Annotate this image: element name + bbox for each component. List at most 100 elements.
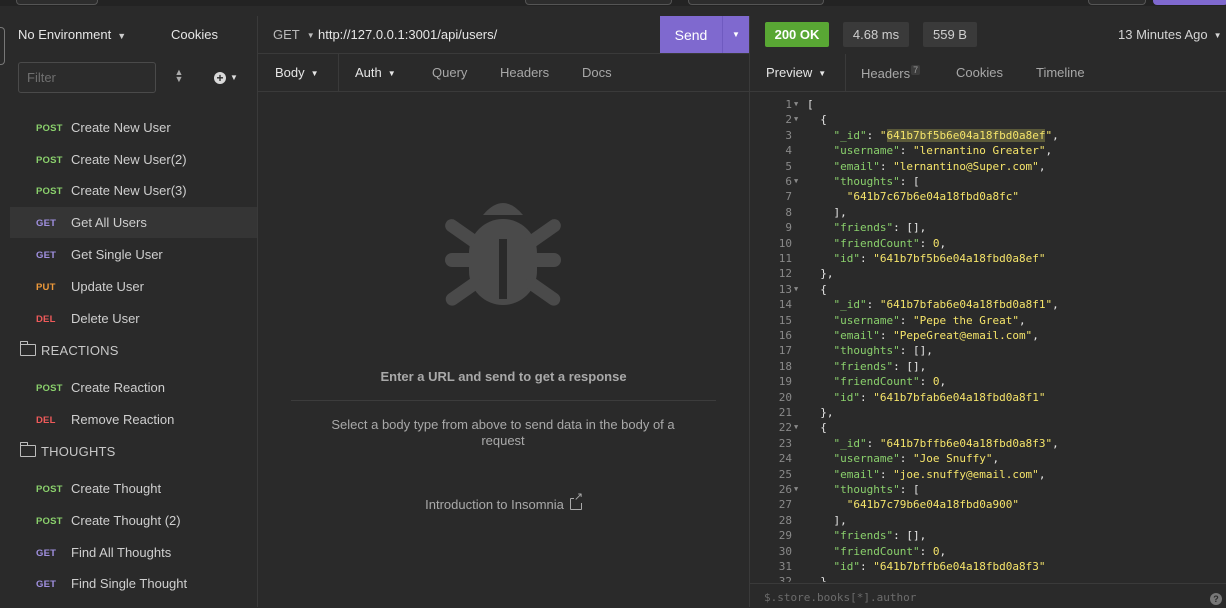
request-name: Find All Thoughts — [71, 545, 172, 560]
intro-link[interactable]: Introduction to Insomnia — [258, 492, 749, 512]
fold-toggle-icon[interactable]: ▼ — [794, 112, 798, 127]
environment-selector[interactable]: No Environment ▼ — [18, 27, 126, 42]
url-input[interactable] — [312, 23, 654, 45]
empty-state-subtitle: Select a body type from above to send da… — [331, 417, 675, 448]
request-name: Find Single Thought — [71, 576, 188, 591]
request-method-badge: POST — [36, 123, 63, 134]
sidebar-request-item[interactable]: PUT Update User — [10, 271, 257, 302]
line-number: 16 — [778, 329, 792, 342]
fold-toggle-icon[interactable]: ▼ — [794, 482, 798, 497]
code-text: ], — [807, 205, 847, 219]
line-number: 22 — [778, 421, 792, 435]
line-number: 21 — [778, 406, 792, 419]
sidebar-request-item[interactable]: DEL Delete User — [10, 303, 257, 334]
line-number: 19 — [778, 375, 792, 389]
line-number: 32 — [778, 575, 792, 582]
sidebar-request-item[interactable]: POST Create New User — [10, 112, 257, 143]
tab-divider — [845, 54, 846, 91]
response-history-selector[interactable]: 13 Minutes Ago ▼ — [1118, 27, 1222, 42]
sidebar-request-item[interactable]: GET Get Single User — [10, 239, 257, 270]
send-button[interactable]: Send — [660, 16, 722, 53]
line-number: 26 — [778, 483, 792, 496]
chevron-down-icon: ▼ — [310, 69, 319, 78]
tab-query[interactable]: Query — [432, 65, 467, 80]
response-size-badge: 559 B — [923, 22, 977, 47]
tab-timeline[interactable]: Timeline — [1036, 65, 1085, 80]
code-text: "email": "PepeGreat@email.com", — [833, 329, 1039, 342]
sidebar-request-item[interactable]: GET Find All Thoughts — [10, 537, 257, 568]
tab-divider — [338, 54, 339, 91]
line-number: 6 — [785, 175, 792, 188]
tab-auth[interactable]: Auth ▼ — [355, 65, 396, 80]
code-text: "friends": [], — [833, 359, 927, 373]
sidebar-request-item[interactable]: DEL Remove Reaction — [10, 404, 257, 435]
code-text: "friendCount": 0, — [833, 236, 947, 250]
top-tab-stub[interactable] — [525, 0, 672, 5]
sidebar-request-item[interactable]: POST Create Thought (2) — [10, 505, 257, 536]
code-text: "thoughts": [], — [833, 344, 933, 358]
help-icon[interactable]: ? — [1210, 593, 1222, 605]
sidebar-request-item[interactable]: POST Create New User(2) — [10, 144, 257, 175]
response-body-viewer[interactable]: 1 ▼[2 ▼ {3 "_id": "641b7bf5b6e04a18fbd0a8e… — [750, 94, 1226, 582]
top-tab-stub[interactable] — [1088, 0, 1146, 5]
folder-open-icon — [19, 442, 36, 457]
sidebar-folder[interactable]: THOUGHTS — [19, 442, 116, 464]
code-text: "friendCount": 0, — [833, 375, 947, 389]
fold-toggle-icon[interactable]: ▼ — [794, 174, 798, 189]
chevron-down-icon: ▼ — [1213, 31, 1222, 40]
sidebar-folder[interactable]: REACTIONS — [19, 341, 119, 363]
line-number: 30 — [778, 544, 792, 558]
request-name: Create New User(3) — [71, 183, 187, 198]
tab-body[interactable]: Body ▼ — [275, 65, 319, 80]
top-tab-stub[interactable] — [16, 0, 98, 5]
sidebar-collapse-handle[interactable] — [0, 27, 5, 65]
send-options-button[interactable]: ▼ — [722, 16, 749, 53]
tab-preview[interactable]: Preview ▼ — [766, 65, 826, 80]
status-badge: 200 OK — [765, 22, 829, 47]
line-number: 3 — [785, 128, 792, 142]
sidebar-request-item[interactable]: GET Find Single Thought — [10, 568, 257, 599]
code-text: "641b7c67b6e04a18fbd0a8fc" — [846, 190, 1019, 204]
fold-toggle-icon[interactable]: ▼ — [794, 97, 798, 112]
request-name: Update User — [71, 279, 144, 294]
add-request-menu[interactable]: + ▼ — [214, 70, 238, 85]
line-number: 31 — [778, 560, 792, 573]
intro-link-label: Introduction to Insomnia — [425, 497, 564, 512]
tab-docs[interactable]: Docs — [582, 65, 612, 80]
method-label: GET — [273, 27, 300, 42]
line-number: 17 — [778, 344, 792, 358]
sidebar-request-item[interactable]: POST Create New User(3) — [10, 175, 257, 206]
sidebar-request-item[interactable]: POST Create Reaction — [10, 372, 257, 403]
tab-headers[interactable]: Headers — [500, 65, 549, 80]
environment-label: No Environment — [18, 27, 112, 42]
sidebar-request-item[interactable]: GET Get All Users — [10, 207, 257, 238]
code-text: { — [807, 421, 827, 435]
method-selector[interactable]: GET ▼ — [273, 27, 315, 42]
tab-response-cookies[interactable]: Cookies — [956, 65, 1003, 80]
line-number: 20 — [778, 390, 792, 404]
request-method-badge: DEL — [36, 415, 56, 426]
sidebar-filter-input[interactable] — [18, 62, 156, 93]
code-text: "id": "641b7bf5b6e04a18fbd0a8ef" — [833, 252, 1046, 265]
tab-label: Body — [275, 65, 305, 80]
request-method-badge: PUT — [36, 282, 56, 293]
code-text: "username": "Pepe the Great", — [833, 313, 1026, 327]
sort-icon[interactable]: ▲ ▼ — [174, 68, 184, 85]
code-text: { — [807, 282, 827, 296]
request-method-badge: POST — [36, 516, 63, 527]
external-link-icon — [569, 492, 584, 510]
chevron-down-icon: ▼ — [230, 73, 238, 82]
top-accent-button[interactable] — [1153, 0, 1226, 5]
fold-toggle-icon[interactable]: ▼ — [794, 282, 798, 297]
request-name: Create Thought (2) — [71, 513, 181, 528]
response-time-badge: 4.68 ms — [843, 22, 909, 47]
cookies-button[interactable]: Cookies — [171, 27, 218, 42]
top-tab-stub[interactable] — [688, 0, 824, 5]
tab-response-headers[interactable]: Headers 7 — [861, 65, 921, 81]
fold-toggle-icon[interactable]: ▼ — [794, 420, 798, 435]
chevron-down-icon: ▼ — [732, 30, 740, 39]
request-method-badge: DEL — [36, 314, 56, 325]
line-number: 5 — [785, 159, 792, 173]
sidebar-request-item[interactable]: POST Create Thought — [10, 473, 257, 504]
response-filter-input[interactable] — [756, 588, 1212, 606]
